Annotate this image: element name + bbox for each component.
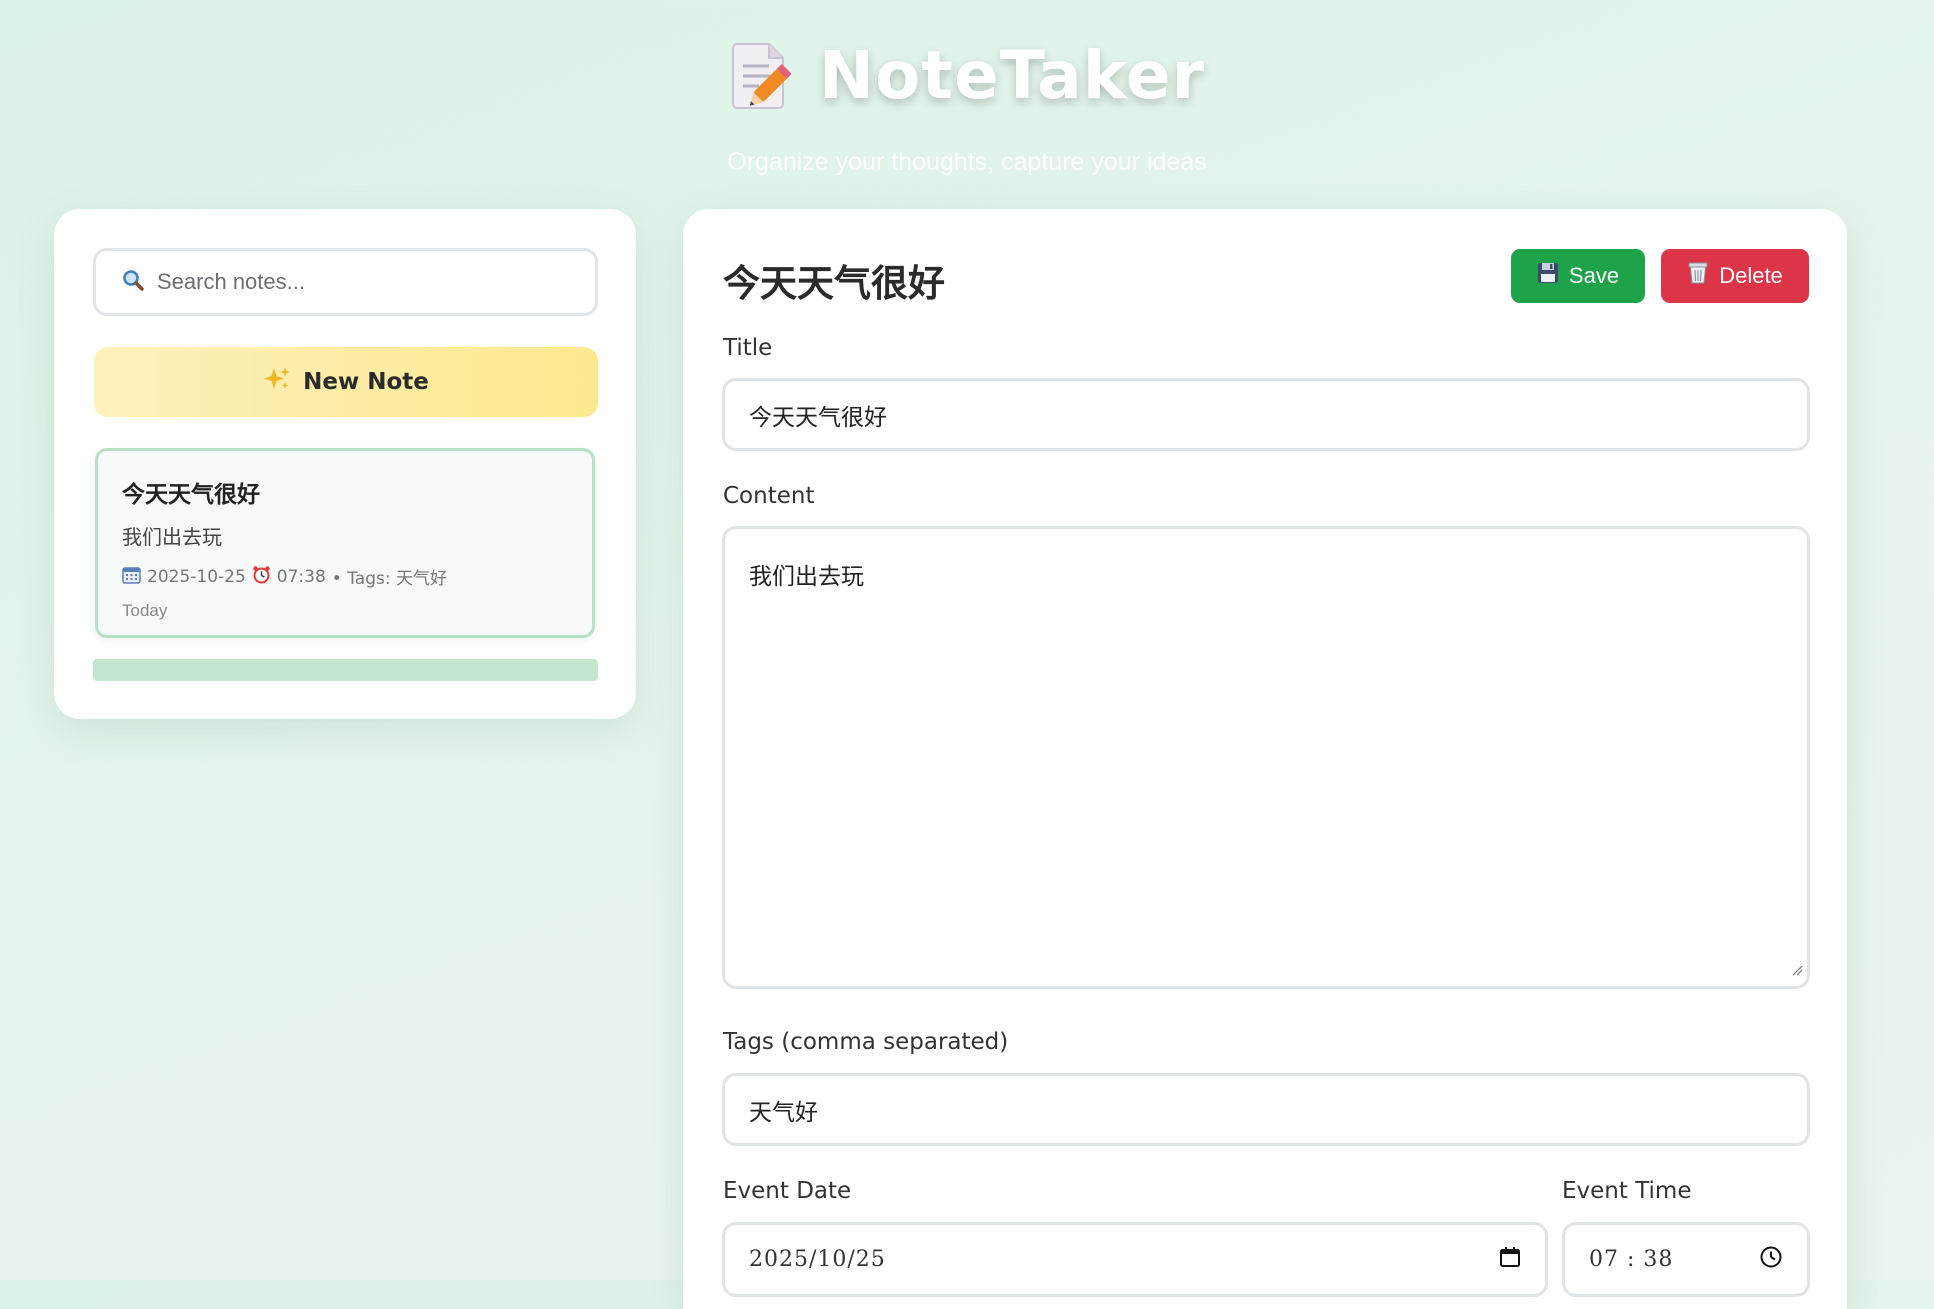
notes-sidebar: New Note 今天天气很好 我们出去玩 2025-10-25 [54,209,636,719]
note-item-tags: • Tags: 天气好 [331,569,447,589]
event-time-input[interactable]: 07 : 38 [1562,1222,1810,1297]
tags-input-value: 天气好 [749,1099,818,1126]
note-editor: 今天天气很好 Save Delete Title 今天天气很好 Content … [683,209,1847,1309]
sidebar-scroll-thumb[interactable] [93,659,598,681]
save-button-label: Save [1568,263,1620,288]
title-label: Title [723,335,773,361]
search-input[interactable] [155,268,595,296]
title-input-value: 今天天气很好 [749,404,887,431]
app-title: NoteTaker [818,36,1206,114]
calendar-picker-icon[interactable] [1499,1246,1521,1274]
clock-icon[interactable] [1759,1245,1783,1275]
editor-heading: 今天天气很好 [723,262,945,305]
event-date-label: Event Date [723,1178,852,1204]
title-input[interactable]: 今天天气很好 [722,378,1810,451]
calendar-icon [122,565,141,589]
event-time-value: 07 : 38 [1589,1247,1674,1272]
resize-grip-icon[interactable] [1791,956,1803,982]
alarm-clock-icon [252,565,271,589]
event-date-input[interactable]: 2025/10/25 [722,1222,1548,1297]
note-item-relative-date: Today [122,601,168,620]
app-subtitle: Organize your thoughts, capture your ide… [727,148,1207,176]
note-list-item[interactable]: 今天天气很好 我们出去玩 2025-10-25 07:38 • Tags: 天气… [95,448,595,638]
content-label: Content [723,483,815,509]
note-item-title: 今天天气很好 [122,482,260,508]
sparkles-icon [263,365,291,399]
save-button[interactable]: Save [1511,249,1645,303]
event-time-label: Event Time [1562,1178,1692,1204]
app-header: NoteTaker Organize your thoughts, captur… [0,30,1934,177]
wastebasket-icon [1687,261,1709,291]
tags-input[interactable]: 天气好 [722,1073,1810,1146]
note-item-date: 2025-10-25 [147,566,246,587]
new-note-label: New Note [303,369,429,395]
content-textarea[interactable]: 我们出去玩 [722,526,1810,989]
delete-button-label: Delete [1719,263,1783,288]
delete-button[interactable]: Delete [1661,249,1809,303]
sidebar-scroll-bar[interactable] [93,659,598,681]
search-icon [96,268,145,296]
memo-pencil-icon [729,40,791,110]
search-box[interactable] [93,248,598,316]
note-item-meta: 2025-10-25 07:38 • Tags: 天气好 [122,564,568,589]
content-textarea-value: 我们出去玩 [749,564,864,590]
floppy-disk-icon [1537,262,1559,290]
new-note-button[interactable]: New Note [94,347,598,417]
tags-label: Tags (comma separated) [723,1029,1009,1055]
note-item-time: 07:38 [276,566,326,587]
note-item-preview: 我们出去玩 [122,525,222,549]
event-date-value: 2025/10/25 [749,1247,886,1272]
